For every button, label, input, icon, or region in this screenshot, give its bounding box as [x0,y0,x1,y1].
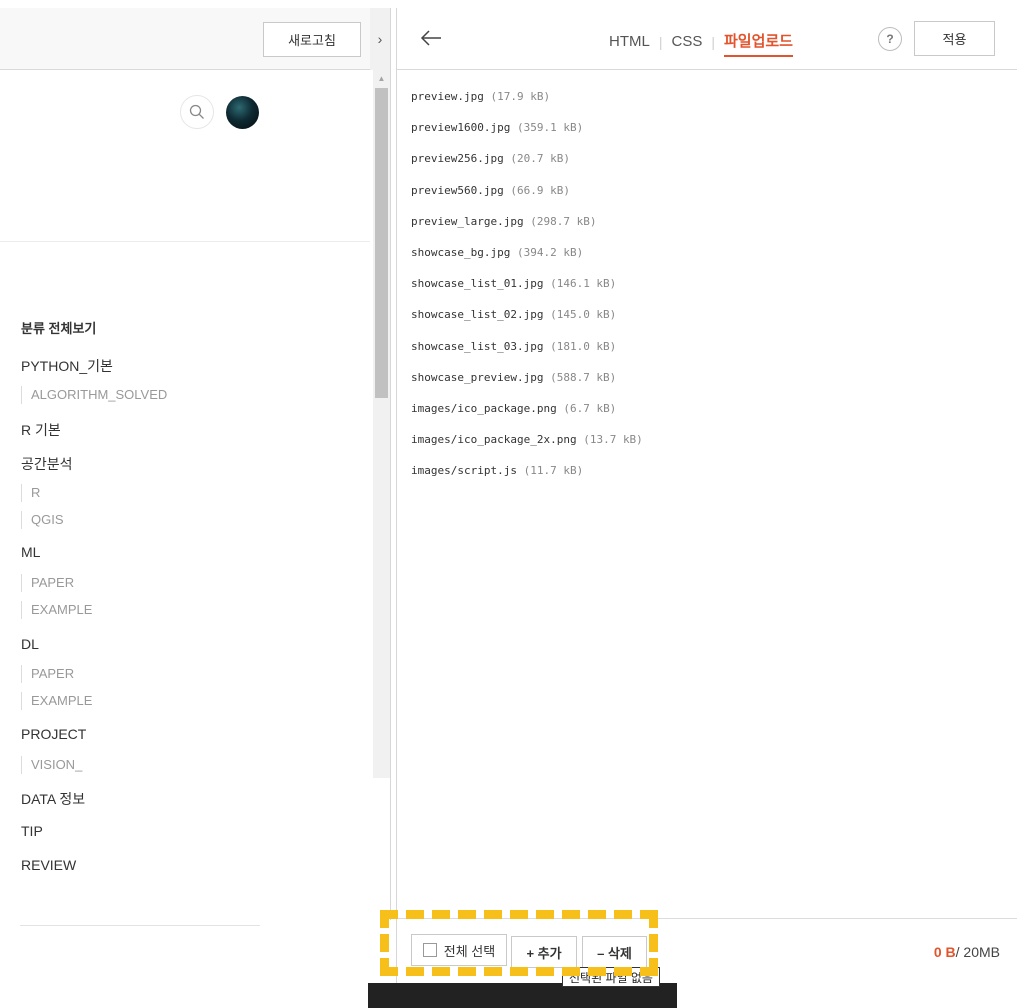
file-list-item[interactable]: preview560.jpg (66.9 kB) [411,182,1001,213]
file-list-item[interactable]: images/script.js (11.7 kB) [411,462,1001,493]
file-list-item[interactable]: showcase_preview.jpg (588.7 kB) [411,369,1001,400]
preview-scrollbar[interactable]: ▲ [373,70,390,778]
category-item[interactable]: ML [21,544,40,560]
tab-separator: | [658,33,663,50]
file-size: (66.9 kB) [510,183,570,197]
file-list-item[interactable]: preview_large.jpg (298.7 kB) [411,213,1001,244]
pane-divider [390,8,391,920]
file-name: preview.jpg [411,90,484,103]
file-list-item[interactable]: preview.jpg (17.9 kB) [411,88,1001,119]
quota-used: 0 B [933,944,956,960]
tooltip: 선택된 파일 없음 [562,967,660,987]
search-icon [189,104,204,119]
file-name: showcase_bg.jpg [411,245,511,259]
profile-avatar[interactable] [226,96,259,129]
file-size: (359.1 kB) [516,121,584,135]
tab-file-upload[interactable]: 파일업로드 [723,30,793,57]
preview-toolbar: 새로고침 [0,8,370,70]
chevron-right-icon: › [377,31,383,47]
file-size: (298.7 kB) [530,214,597,228]
category-item[interactable]: PYTHON_기본 [21,356,113,376]
refresh-button[interactable]: 새로고침 [263,22,361,57]
scroll-down-arrow-icon[interactable]: ▼ [378,968,387,978]
add-file-button[interactable]: + 추가 [511,936,577,968]
subcategory-item[interactable]: EXAMPLE [21,692,92,710]
apply-button[interactable]: 적용 [914,21,995,56]
file-name: images/script.js [411,464,517,478]
storage-quota: 0 B/ 20MB [934,944,1000,960]
file-size: (394.2 kB) [516,245,584,259]
file-size: (181.0 kB) [550,339,617,353]
file-list-item[interactable]: images/ico_package_2x.png (13.7 kB) [411,431,1001,462]
file-name: showcase_preview.jpg [411,370,544,384]
category-item[interactable]: PROJECT [21,726,86,742]
subcategory-item[interactable]: VISION_ [21,756,82,774]
subcategory-item[interactable]: ALGORITHM_SOLVED [21,386,167,404]
category-all-link[interactable]: 분류 전체보기 [21,318,96,337]
file-name: showcase_list_02.jpg [411,308,544,322]
collapse-preview-button[interactable]: › [370,8,390,70]
skin-editor-pane: HTML | CSS | 파일업로드 ? 적용 preview.jpg (17.… [397,8,1017,1008]
scrollbar-thumb[interactable] [375,88,388,398]
file-size: (145.0 kB) [550,308,617,322]
file-size: (17.9 kB) [490,90,551,103]
blog-preview-pane: 새로고침 분류 전체보기 PYTHON_기본 ALGORITHM_SOLVED R 기… [0,0,370,1008]
file-size: (6.7 kB) [563,401,617,415]
file-name: preview256.jpg [411,152,504,166]
file-name: showcase_list_03.jpg [411,339,544,353]
file-size: (11.7 kB) [523,464,584,478]
file-name: images/ico_package.png [411,401,557,415]
tab-css[interactable]: CSS [671,33,702,54]
category-item[interactable]: 공간분석 [21,454,73,474]
category-item[interactable]: TIP [21,823,43,839]
category-item[interactable]: R 기본 [21,420,61,440]
back-button[interactable] [417,24,445,52]
arrow-left-icon [420,30,441,46]
subcategory-item[interactable]: PAPER [21,665,74,683]
checkbox-icon[interactable] [422,943,437,957]
file-list-item[interactable]: showcase_bg.jpg (394.2 kB) [411,244,1001,275]
delete-file-button[interactable]: – 삭제 [582,936,647,968]
select-all-label: 전체 선택 [443,943,496,959]
subcategory-item[interactable]: QGIS [21,511,64,529]
category-item[interactable]: DL [21,636,39,652]
file-size: (146.1 kB) [550,277,617,291]
editor-tabs: HTML | CSS | 파일업로드 [609,30,793,57]
scroll-up-arrow-icon[interactable]: ▲ [373,70,390,86]
file-list-item[interactable]: showcase_list_03.jpg (181.0 kB) [411,338,1001,369]
app-root: 새로고침 분류 전체보기 PYTHON_기본 ALGORITHM_SOLVED R 기… [0,0,1017,1008]
file-size: (13.7 kB) [583,433,643,447]
file-name: showcase_list_01.jpg [411,277,544,291]
file-name: preview_large.jpg [411,214,524,228]
subcategory-item[interactable]: R [21,484,40,502]
divider [20,925,260,926]
category-item[interactable]: DATA 정보 [21,789,85,809]
editor-toolbar: HTML | CSS | 파일업로드 ? 적용 [397,8,1017,70]
file-list-item[interactable]: showcase_list_01.jpg (146.1 kB) [411,275,1001,306]
file-name: preview1600.jpg [411,121,511,135]
quota-total: / 20MB [955,944,1000,960]
uploaded-file-list: preview.jpg (17.9 kB) preview1600.jpg (35… [411,88,1001,493]
category-item[interactable]: REVIEW [21,857,76,873]
file-name: images/ico_package_2x.png [411,433,577,447]
help-icon[interactable]: ? [878,27,902,51]
tab-html[interactable]: HTML [609,33,650,54]
file-list-item[interactable]: showcase_list_02.jpg (145.0 kB) [411,306,1001,337]
search-button[interactable] [180,95,214,129]
file-list-item[interactable]: preview256.jpg (20.7 kB) [411,150,1001,181]
file-name: preview560.jpg [411,183,504,197]
file-list-item[interactable]: images/ico_package.png (6.7 kB) [411,400,1001,431]
divider [0,241,370,242]
file-size: (588.7 kB) [550,370,617,384]
subcategory-item[interactable]: PAPER [21,574,74,592]
file-size: (20.7 kB) [510,152,570,166]
subcategory-item[interactable]: EXAMPLE [21,601,92,619]
select-all-button[interactable]: 전체 선택 [411,934,507,966]
file-list-item[interactable]: preview1600.jpg (359.1 kB) [411,119,1001,150]
tab-separator: | [711,33,715,50]
